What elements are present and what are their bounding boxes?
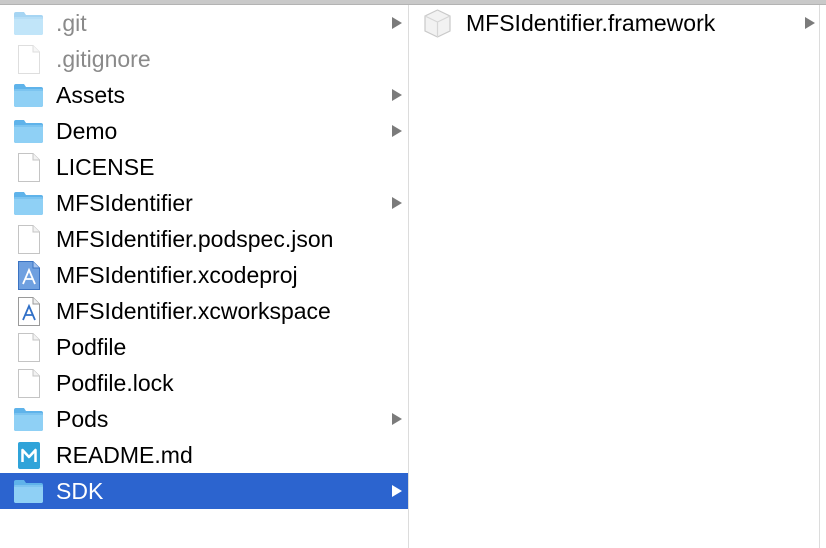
disclosure-arrow-icon[interactable] <box>392 89 402 101</box>
file-name: README.md <box>56 441 193 468</box>
markdown-icon <box>13 440 44 471</box>
disclosure-arrow-icon[interactable] <box>392 17 402 29</box>
folder-icon <box>13 8 44 39</box>
disclosure-arrow-icon[interactable] <box>392 125 402 137</box>
file-row[interactable]: MFSIdentifier.xcodeproj <box>0 257 408 293</box>
file-row[interactable]: Demo <box>0 113 408 149</box>
file-icon <box>13 368 44 399</box>
file-row[interactable]: SDK <box>0 473 408 509</box>
disclosure-arrow-icon[interactable] <box>392 485 402 497</box>
disclosure-arrow-icon[interactable] <box>392 197 402 209</box>
file-name: Demo <box>56 117 118 144</box>
folder-icon <box>13 80 44 111</box>
file-row[interactable]: README.md <box>0 437 408 473</box>
file-name: Podfile <box>56 333 127 360</box>
file-icon <box>13 332 44 363</box>
folder-icon <box>13 476 44 507</box>
file-row[interactable]: Pods <box>0 401 408 437</box>
file-name: MFSIdentifier.xcodeproj <box>56 261 298 288</box>
finder-column-2[interactable]: MFSIdentifier.framework <box>409 5 819 548</box>
file-icon <box>13 224 44 255</box>
file-row[interactable]: Podfile.lock <box>0 365 408 401</box>
file-name: MFSIdentifier.podspec.json <box>56 225 334 252</box>
file-row[interactable]: Podfile <box>0 329 408 365</box>
file-name: MFSIdentifier.xcworkspace <box>56 297 331 324</box>
column-divider[interactable] <box>819 5 820 548</box>
framework-icon <box>422 8 453 39</box>
file-name: Podfile.lock <box>56 369 174 396</box>
file-row[interactable]: Assets <box>0 77 408 113</box>
file-name: MFSIdentifier.framework <box>466 9 716 36</box>
disclosure-arrow-icon[interactable] <box>805 17 815 29</box>
file-row[interactable]: .gitignore <box>0 41 408 77</box>
file-row[interactable]: MFSIdentifier.podspec.json <box>0 221 408 257</box>
file-row[interactable]: MFSIdentifier.framework <box>409 5 819 41</box>
file-row[interactable]: LICENSE <box>0 149 408 185</box>
folder-icon <box>13 188 44 219</box>
file-icon <box>13 152 44 183</box>
file-row[interactable]: MFSIdentifier <box>0 185 408 221</box>
file-name: Pods <box>56 405 109 432</box>
folder-icon <box>13 116 44 147</box>
xcodeproj-icon <box>13 260 44 291</box>
file-icon <box>13 44 44 75</box>
finder-window: .git .gitignore Assets Demo LICENSE MFSI… <box>0 0 826 548</box>
file-name: .git <box>56 9 87 36</box>
file-name: MFSIdentifier <box>56 189 193 216</box>
finder-column-1[interactable]: .git .gitignore Assets Demo LICENSE MFSI… <box>0 5 408 548</box>
disclosure-arrow-icon[interactable] <box>392 413 402 425</box>
file-name: Assets <box>56 81 126 108</box>
file-name: LICENSE <box>56 153 155 180</box>
file-row[interactable]: .git <box>0 5 408 41</box>
file-name: SDK <box>56 477 104 504</box>
xcworkspace-icon <box>13 296 44 327</box>
file-name: .gitignore <box>56 45 151 72</box>
file-row[interactable]: MFSIdentifier.xcworkspace <box>0 293 408 329</box>
folder-icon <box>13 404 44 435</box>
